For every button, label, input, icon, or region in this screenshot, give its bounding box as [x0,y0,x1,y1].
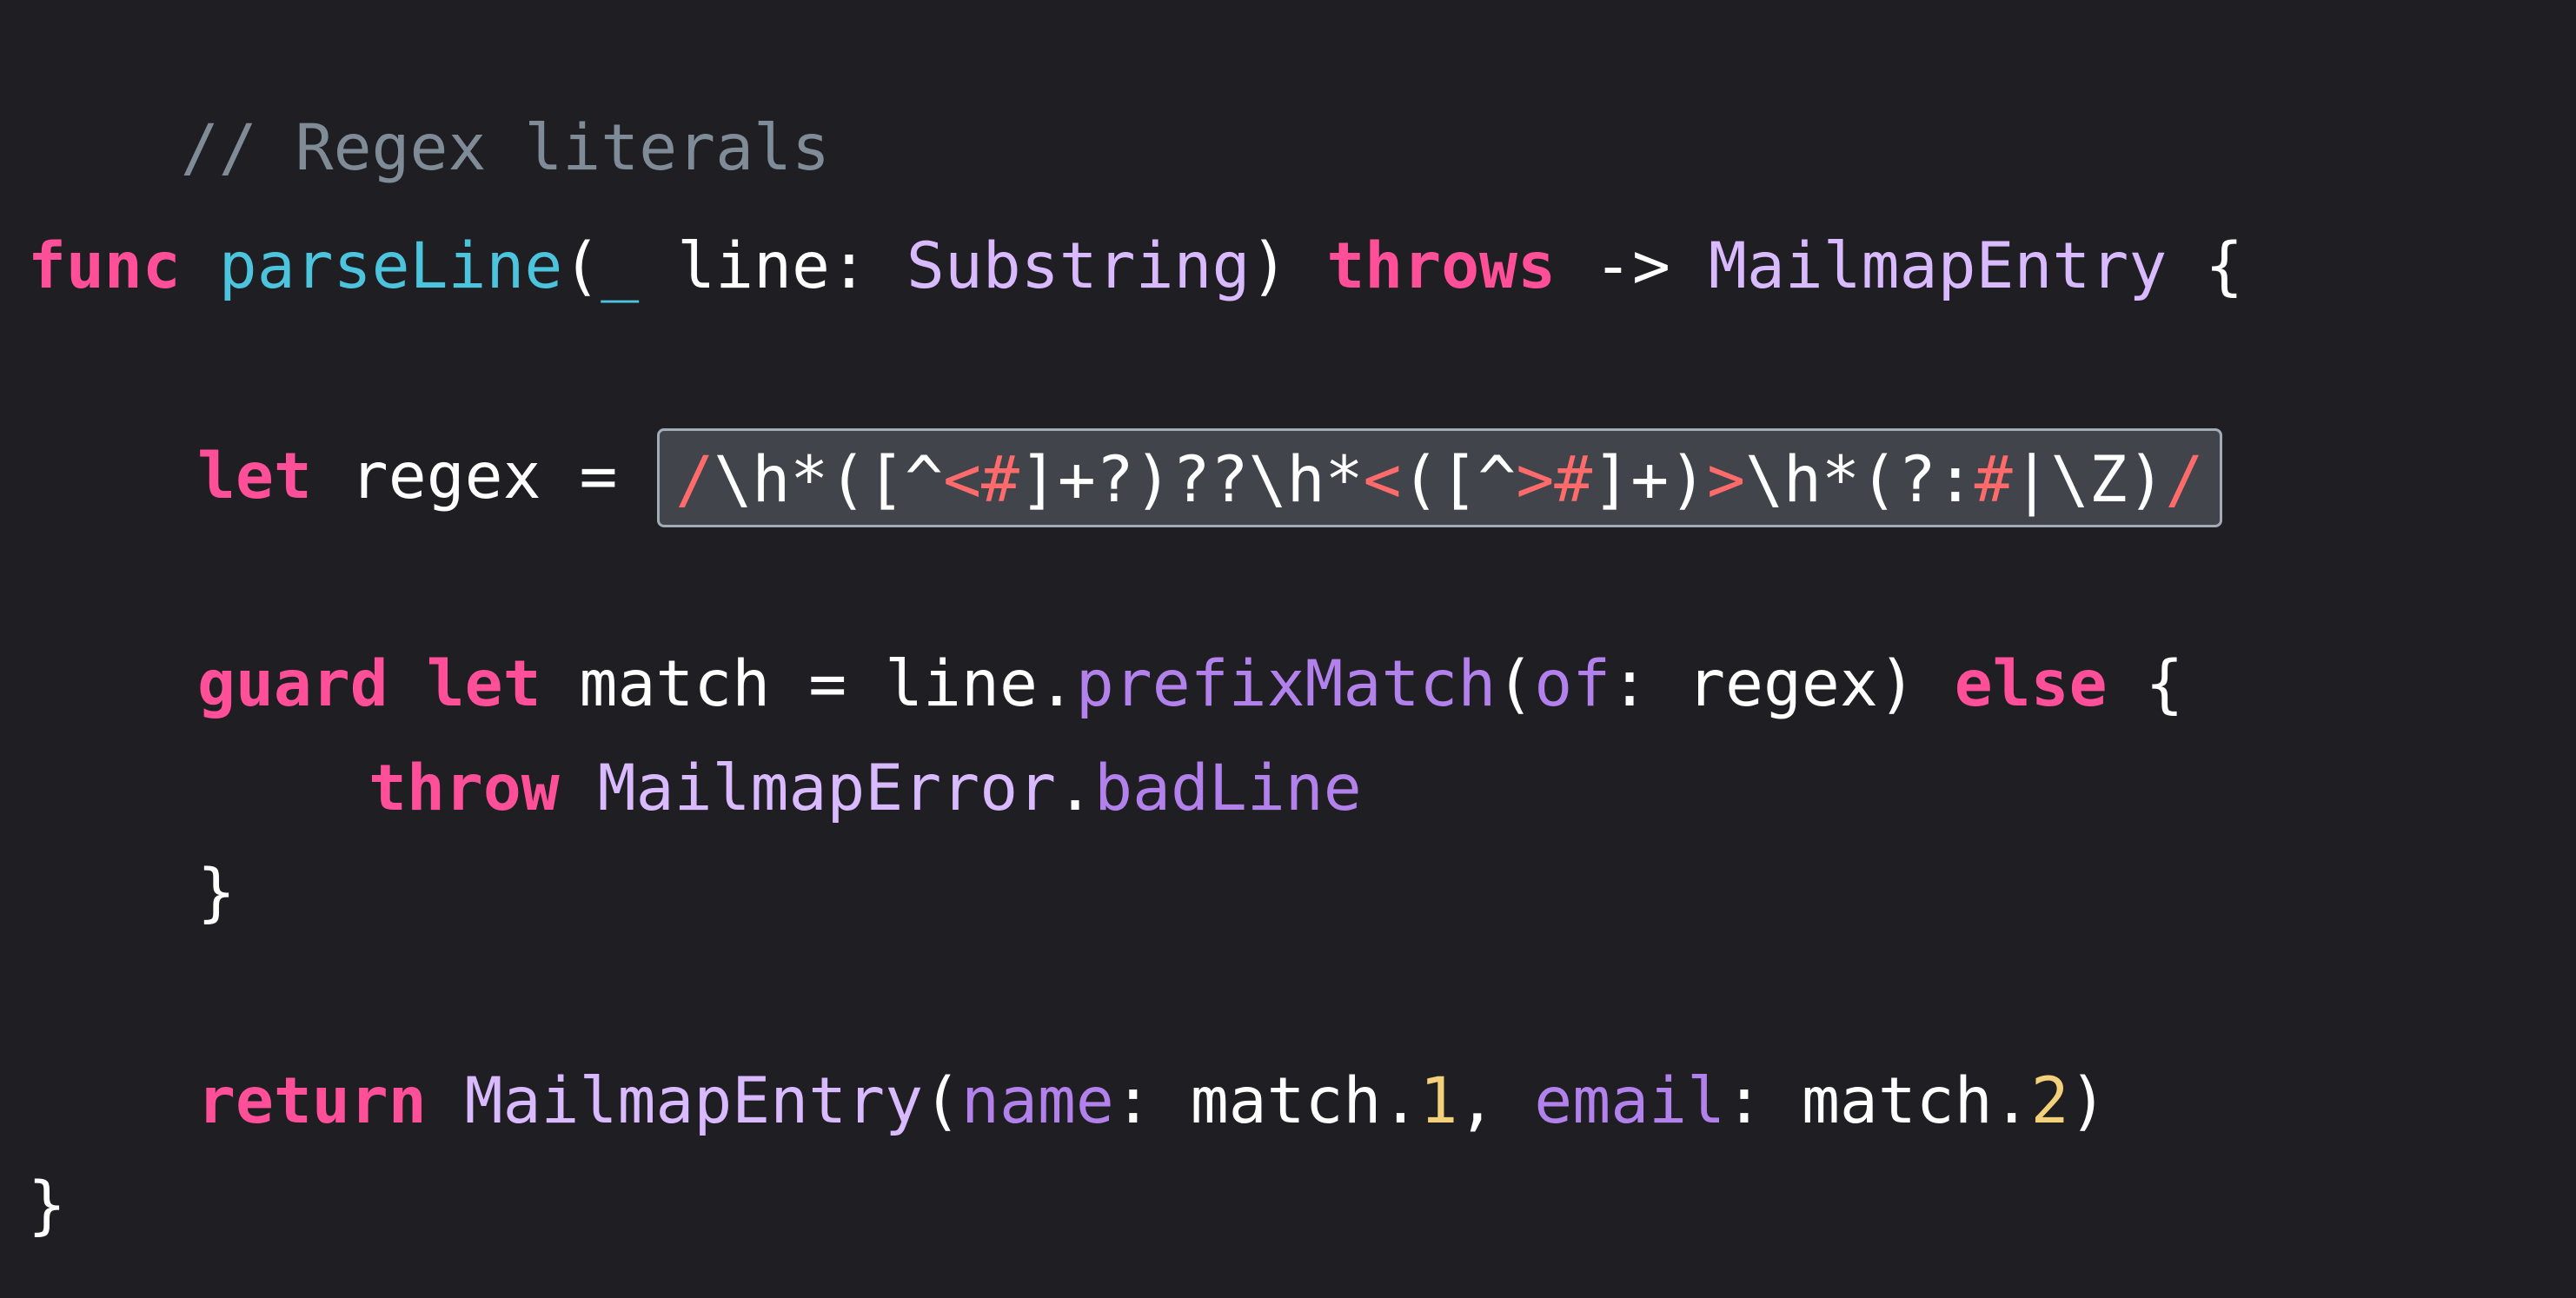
regex-pattern: |\Z) [2012,443,2166,517]
regex-delimiter: ># [1516,443,1593,517]
keyword-throw: throw [368,752,560,825]
match-access: : match. [1725,1064,2031,1138]
argument-value: : regex) [1610,647,1955,721]
code-line-let-regex: let regex = /\h*([^<#]+?)??\h*<([^>#]+)>… [0,428,2222,527]
regex-literal-highlight[interactable]: /\h*([^<#]+?)??\h*<([^>#]+)>\h*(?:#|\Z)/ [657,428,2222,527]
keyword-let: let [197,440,312,514]
open-paren: ( [562,229,601,303]
keyword-guard: guard [197,647,388,721]
regex-delimiter: > [1707,443,1746,517]
regex-delimiter: # [1974,443,2013,517]
keyword-else: else [1954,647,2108,721]
keyword-let: let [426,647,541,721]
close-brace: } [28,1169,66,1242]
code-line-comment: // Regex literals [0,13,830,185]
regex-delimiter: <# [943,443,1019,517]
parameter-name: line: [639,229,906,303]
code-line-return: return MailmapEntry(name: match.1, email… [0,1056,2108,1147]
member-dot: . [1056,752,1095,825]
keyword-return: return [197,1064,427,1138]
regex-delimiter: / [2165,443,2204,517]
regex-pattern: ([^ [1401,443,1517,517]
return-type: MailmapEntry [464,1064,924,1138]
return-type: MailmapEntry [1708,229,2168,303]
parameter-type: Substring [906,229,1251,303]
regex-assignment: regex = [311,440,656,514]
open-brace: { [2167,229,2244,303]
return-arrow: -> [1556,229,1709,303]
close-paren: ) [1250,229,1327,303]
regex-pattern: ]+?)??\h* [1019,443,1364,517]
tuple-index-2: 2 [2030,1064,2069,1138]
argument-label-name: name [961,1064,1114,1138]
tuple-index-1: 1 [1419,1064,1458,1138]
code-line-guard: guard let match = line.prefixMatch(of: r… [0,639,2183,730]
guard-expression: match = line. [541,647,1076,721]
code-line-guard-close: } [0,848,236,938]
code-line-function-signature: func parseLine(_ line: Substring) throws… [0,222,2243,312]
error-case: badLine [1094,752,1362,825]
error-type: MailmapError [597,752,1057,825]
keyword-func: func [28,229,181,303]
code-line-throw: throw MailmapError.badLine [0,744,1362,834]
close-brace: } [197,856,236,930]
match-access: : match. [1113,1064,1420,1138]
open-paren: ( [1496,647,1535,721]
argument-label: of [1534,647,1611,721]
comment-text: // Regex literals [180,111,830,185]
keyword-throws: throws [1326,229,1557,303]
regex-pattern: \h*(?: [1745,443,1975,517]
regex-pattern: ]+) [1592,443,1708,517]
argument-label-email: email [1534,1064,1726,1138]
regex-delimiter: < [1363,443,1402,517]
code-line-function-close: } [0,1161,66,1251]
function-name: parseLine [218,229,563,303]
open-paren: ( [923,1064,962,1138]
close-paren: ) [2068,1064,2108,1138]
open-brace: { [2107,647,2184,721]
comma: , [1457,1064,1535,1138]
underscore-label: _ [601,229,640,303]
regex-delimiter: / [675,443,714,517]
regex-pattern: \h*([^ [714,443,944,517]
method-name: prefixMatch [1075,647,1497,721]
code-editor[interactable]: // Regex literals func parseLine(_ line:… [0,0,2576,1298]
